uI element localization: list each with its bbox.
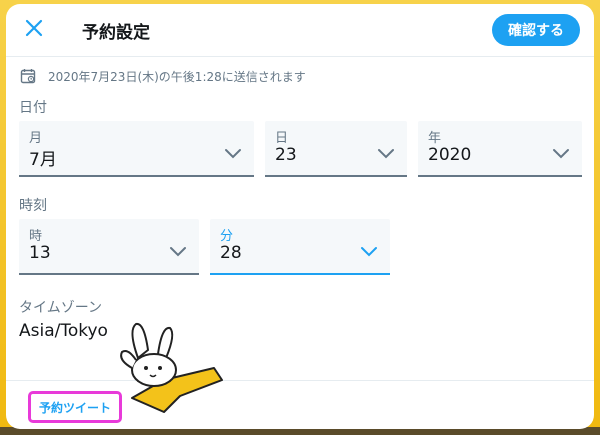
minute-select[interactable]: 分 28 <box>210 219 390 275</box>
day-label: 日 <box>275 131 289 146</box>
schedule-info-text: 2020年7月23日(木)の午後1:28に送信されます <box>48 69 306 84</box>
dialog-title: 予約設定 <box>82 22 150 43</box>
year-label: 年 <box>428 131 442 146</box>
month-label: 月 <box>29 131 43 146</box>
chevron-down-icon <box>552 145 570 164</box>
hour-select[interactable]: 時 13 <box>19 219 199 275</box>
year-select[interactable]: 年 2020 <box>418 121 582 177</box>
close-button[interactable] <box>12 8 56 52</box>
timezone-label: タイムゾーン <box>19 300 103 316</box>
day-value: 23 <box>275 145 297 165</box>
dialog-footer: 予約ツイート <box>6 380 594 429</box>
rabbit-mascot <box>120 322 223 413</box>
date-section-label: 日付 <box>19 100 47 116</box>
chevron-down-icon <box>224 145 242 164</box>
chevron-down-icon <box>377 145 395 164</box>
hour-value: 13 <box>29 243 51 263</box>
timezone-value: Asia/Tokyo <box>19 321 108 341</box>
hour-label: 時 <box>29 229 43 244</box>
time-row: 時 13 分 28 <box>6 219 594 275</box>
date-row: 月 7月 日 23 年 2020 <box>6 121 594 177</box>
calendar-icon <box>20 68 36 84</box>
close-icon <box>25 19 43 41</box>
confirm-button[interactable]: 確認する <box>492 14 580 46</box>
minute-label: 分 <box>220 229 234 244</box>
month-select[interactable]: 月 7月 <box>19 121 254 177</box>
month-value: 7月 <box>29 150 57 170</box>
scheduled-tweets-link[interactable]: 予約ツイート <box>28 391 123 423</box>
time-section-label: 時刻 <box>19 198 47 214</box>
minute-value: 28 <box>220 243 242 263</box>
dialog-header: 予約設定 確認する <box>6 4 594 57</box>
chevron-down-icon <box>169 243 187 262</box>
schedule-dialog: 予約設定 確認する 2020年7月23日(木)の午後1:28に送信されます 日付… <box>6 4 594 429</box>
schedule-info: 2020年7月23日(木)の午後1:28に送信されます <box>6 57 594 95</box>
year-value: 2020 <box>428 145 472 165</box>
chevron-down-icon <box>360 243 378 262</box>
day-select[interactable]: 日 23 <box>265 121 407 177</box>
